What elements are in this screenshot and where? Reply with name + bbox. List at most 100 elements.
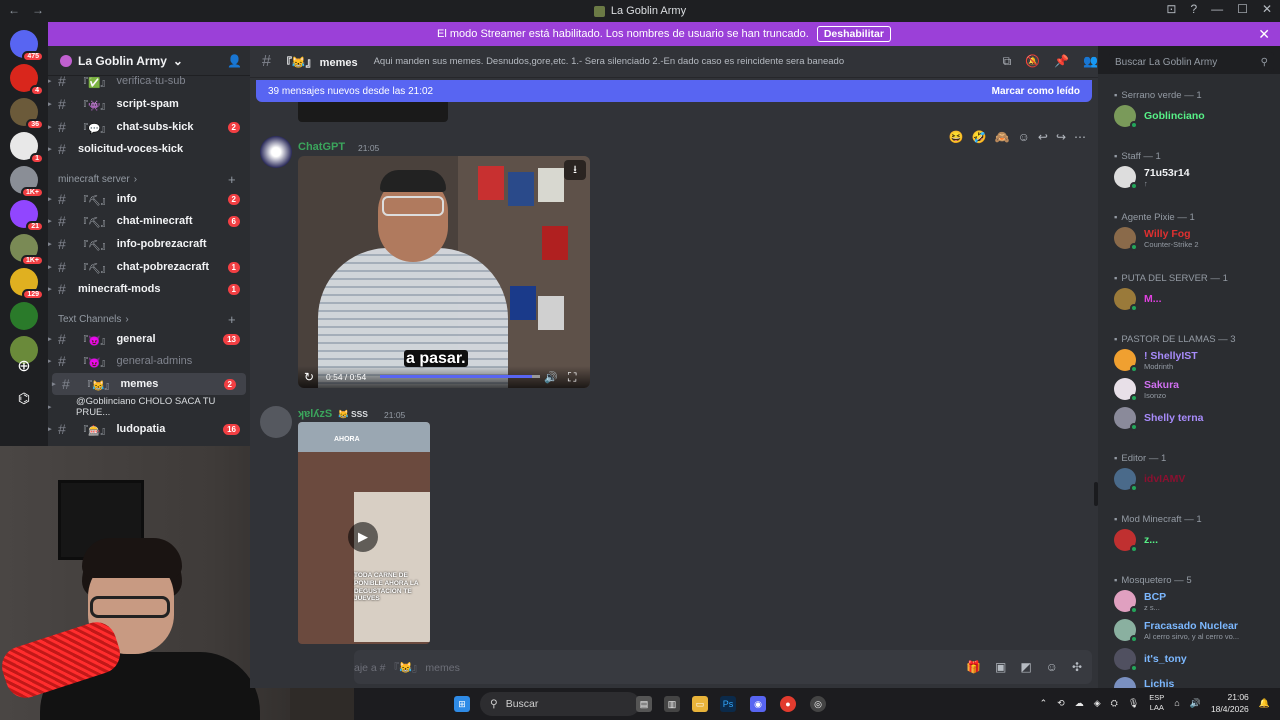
- app-icon[interactable]: ◎: [810, 696, 826, 712]
- download-icon[interactable]: ⭳: [564, 160, 586, 180]
- category-header[interactable]: Text Channels › +: [58, 312, 236, 327]
- notifications-icon[interactable]: 🔔: [1259, 698, 1270, 709]
- channel-info[interactable]: ▸ # 『⛏』 info 2: [48, 188, 250, 210]
- reaction-custom-icon[interactable]: 🙈: [995, 130, 1010, 144]
- threads-icon[interactable]: ⧉: [1003, 54, 1012, 69]
- volume-icon[interactable]: 🔊: [544, 371, 558, 384]
- category-header[interactable]: minecraft server › +: [58, 172, 236, 187]
- channel-general-admins[interactable]: ▸ # 『😈』 general-admins: [48, 350, 250, 372]
- member-item[interactable]: Lichisaveces simplemente quie...: [1114, 676, 1276, 688]
- back-arrow-icon[interactable]: ←: [8, 3, 20, 17]
- expand-arrow-icon[interactable]: ▸: [48, 335, 52, 343]
- member-item[interactable]: idvIAMV: [1114, 467, 1276, 492]
- server-icon[interactable]: 4: [10, 64, 44, 96]
- app-icon[interactable]: ▥: [664, 696, 680, 712]
- expand-arrow-icon[interactable]: ▸: [52, 380, 56, 388]
- tray-icon[interactable]: ◈: [1094, 698, 1101, 709]
- server-icon[interactable]: [10, 302, 38, 330]
- channel-chat-minecraft[interactable]: ▸ # 『⛏』 chat-minecraft 6: [48, 210, 250, 232]
- disable-streamer-button[interactable]: Deshabilitar: [816, 26, 891, 42]
- channel-ludopatia[interactable]: ▸ # 『🎰』 ludopatia 16: [48, 418, 250, 440]
- channel-script-spam[interactable]: ▸ # 『👾』 script-spam: [48, 93, 250, 115]
- server-icon[interactable]: 1: [10, 132, 44, 164]
- server-icon[interactable]: 1K+: [10, 166, 44, 198]
- member-list-icon[interactable]: 👥: [1083, 54, 1098, 69]
- channel-minecraft-mods[interactable]: ▸ # minecraft-mods 1: [48, 278, 250, 300]
- taskbar-search[interactable]: ⚲ Buscar: [480, 692, 640, 716]
- video-attachment[interactable]: a pasar. ⭳ ↻ 0:54 / 0:54 🔊 ⛶: [298, 156, 590, 388]
- avatar[interactable]: [260, 136, 292, 168]
- close-icon[interactable]: ✕: [1262, 2, 1272, 16]
- mark-as-read-button[interactable]: Marcar como leído: [992, 86, 1080, 97]
- member-item[interactable]: Sakura Isonzo: [1114, 377, 1276, 402]
- gif-icon[interactable]: ▣: [995, 660, 1006, 674]
- maximize-icon[interactable]: ☐: [1237, 2, 1248, 16]
- video-progress[interactable]: [380, 375, 540, 378]
- expand-arrow-icon[interactable]: ▸: [48, 240, 52, 248]
- help-icon[interactable]: ?: [1190, 2, 1197, 16]
- close-icon[interactable]: ✕: [1258, 26, 1270, 43]
- server-icon[interactable]: 129: [10, 268, 44, 300]
- channel-chat-subs-kick[interactable]: ▸ # 『💬』 chat-subs-kick 2: [48, 116, 250, 138]
- task-view-icon[interactable]: ▤: [636, 696, 652, 712]
- expand-arrow-icon[interactable]: ▸: [48, 195, 52, 203]
- discord-home-icon[interactable]: 475: [10, 30, 44, 62]
- expand-arrow-icon[interactable]: ▸: [48, 123, 52, 131]
- replay-icon[interactable]: ↻: [304, 370, 314, 384]
- member-item[interactable]: Shelly terna: [1114, 406, 1276, 431]
- discover-icon[interactable]: ⌬: [10, 384, 38, 412]
- expand-arrow-icon[interactable]: ▸: [48, 403, 52, 411]
- gift-icon[interactable]: 🎁: [966, 660, 981, 674]
- play-icon[interactable]: ▶: [348, 522, 378, 552]
- member-item[interactable]: 71u53r14 ↑: [1114, 165, 1276, 190]
- pin-icon[interactable]: 📌: [1054, 54, 1069, 69]
- file-explorer-icon[interactable]: ▭: [692, 696, 708, 712]
- avatar[interactable]: [260, 406, 292, 438]
- tray-icon[interactable]: ⛭: [1111, 698, 1118, 709]
- member-item[interactable]: M...: [1114, 287, 1276, 312]
- server-icon[interactable]: 21: [10, 200, 44, 232]
- channel-general[interactable]: ▸ # 『😈』 general 13: [48, 328, 250, 350]
- add-channel-icon[interactable]: +: [228, 172, 236, 187]
- channel--goblinciano-cholo-saca-tu-prue-[interactable]: ▸ @Goblinciano CHOLO SACA TU PRUE...: [48, 396, 250, 418]
- channel-chat-pobrezacraft[interactable]: ▸ # 『⛏』 chat-pobrezacraft 1: [48, 256, 250, 278]
- tray-icon[interactable]: 🎙: [1128, 698, 1139, 709]
- tray-icon[interactable]: ☁: [1075, 698, 1084, 709]
- reply-icon[interactable]: ↩: [1038, 130, 1048, 144]
- reaction-laugh-icon[interactable]: 🤣: [972, 130, 987, 144]
- apps-icon[interactable]: ✣: [1072, 660, 1082, 674]
- add-user-icon[interactable]: 👤: [227, 54, 242, 68]
- sticker-icon[interactable]: ◩: [1020, 660, 1031, 674]
- expand-arrow-icon[interactable]: ▸: [48, 357, 52, 365]
- channel-solicitud-voces-kick[interactable]: ▸ # solicitud-voces-kick: [48, 138, 250, 160]
- search-input[interactable]: Buscar La Goblin Army ⚲: [1109, 52, 1274, 72]
- channel-memes[interactable]: ▸ # 『😹』 memes 2: [52, 373, 246, 395]
- add-server-icon[interactable]: ⊕: [10, 352, 38, 380]
- emoji-icon[interactable]: ☺: [1046, 660, 1058, 674]
- screen-icon[interactable]: ⊡: [1166, 2, 1176, 16]
- member-item[interactable]: ! ShellyIST Modrinth: [1114, 348, 1276, 373]
- message-author[interactable]: ʞɐlʎzS: [298, 408, 332, 420]
- tray-icon[interactable]: ⟲: [1057, 698, 1065, 709]
- previous-attachment[interactable]: [298, 102, 448, 122]
- channel-verifica-tu-sub[interactable]: ▸ # 『✅』 verifica-tu-sub: [48, 70, 250, 92]
- chevron-up-icon[interactable]: ⌃: [1040, 698, 1048, 709]
- photoshop-icon[interactable]: Ps: [720, 696, 736, 712]
- add-reaction-icon[interactable]: ☺: [1018, 130, 1030, 144]
- forward-arrow-icon[interactable]: →: [32, 3, 44, 17]
- more-icon[interactable]: ⋯: [1074, 130, 1086, 144]
- video-attachment[interactable]: AHORA ▶ TODA CARNE DE PONIBLE AHORA LA D…: [298, 422, 430, 644]
- message-input[interactable]: aje a # 『😹』 memes 🎁 ▣ ◩ ☺ ✣: [354, 650, 1092, 684]
- windows-start-icon[interactable]: ⊞: [454, 696, 470, 712]
- member-item[interactable]: z...: [1114, 528, 1276, 553]
- member-item[interactable]: Fracasado Nuclear Al cerro sirvo, y al ce…: [1114, 618, 1276, 643]
- network-icon[interactable]: ⌂: [1174, 698, 1179, 708]
- expand-arrow-icon[interactable]: ▸: [48, 145, 52, 153]
- reaction-grin-icon[interactable]: 😆: [949, 130, 964, 144]
- clock[interactable]: 21:06 18/4/2026: [1211, 691, 1249, 715]
- discord-taskbar-icon[interactable]: ◉: [750, 696, 766, 712]
- expand-arrow-icon[interactable]: ▸: [48, 77, 52, 85]
- expand-arrow-icon[interactable]: ▸: [48, 100, 52, 108]
- member-item[interactable]: BCP z s...: [1114, 589, 1276, 614]
- forward-icon[interactable]: ↪: [1056, 130, 1066, 144]
